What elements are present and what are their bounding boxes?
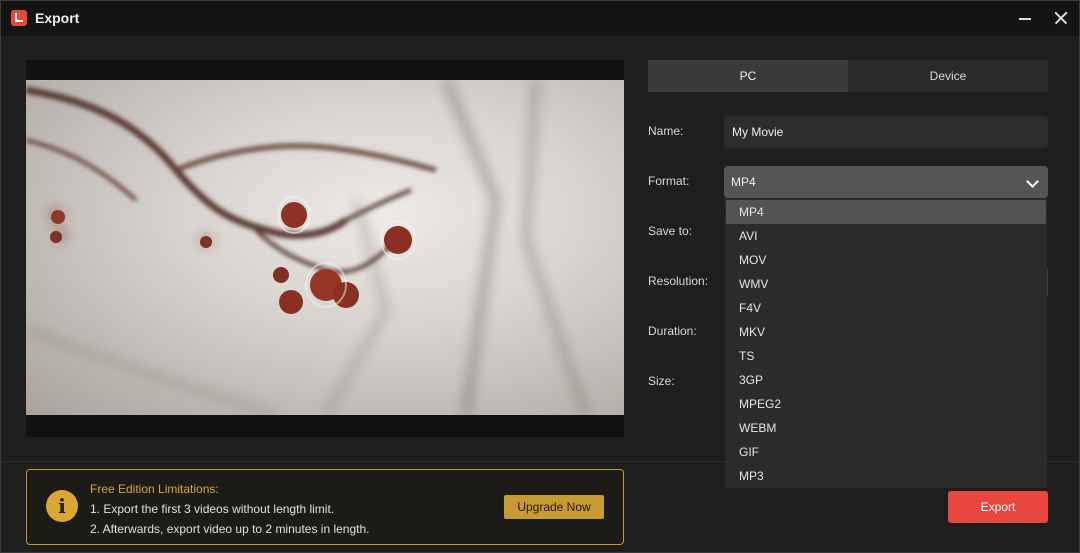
destination-tabs: PC Device [648, 60, 1048, 92]
limitation-line-1: 1. Export the first 3 videos without len… [90, 502, 335, 516]
save-to-label: Save to: [648, 224, 693, 238]
export-window: Export PC Device Name: My Movie Format: … [0, 0, 1080, 553]
duration-label: Duration: [648, 324, 697, 338]
format-option-mp4[interactable]: MP4 [726, 200, 1046, 224]
upgrade-now-button[interactable]: Upgrade Now [504, 495, 604, 519]
format-label: Format: [648, 174, 690, 188]
chevron-down-icon [1027, 177, 1037, 187]
tab-pc[interactable]: PC [648, 60, 848, 92]
limitation-line-2: 2. Afterwards, export video up to 2 minu… [90, 522, 370, 536]
format-selected-value: MP4 [731, 175, 756, 189]
name-label: Name: [648, 124, 684, 138]
format-option-mp3[interactable]: MP3 [726, 464, 1046, 488]
format-option-ts[interactable]: TS [726, 344, 1046, 368]
format-option-avi[interactable]: AVI [726, 224, 1046, 248]
limitations-title: Free Edition Limitations: [90, 482, 219, 496]
preview-illustration [26, 80, 590, 415]
format-option-mkv[interactable]: MKV [726, 320, 1046, 344]
format-option-wmv[interactable]: WMV [726, 272, 1046, 296]
tab-device[interactable]: Device [848, 60, 1048, 92]
footer-divider [1, 461, 1079, 462]
window-title: Export [35, 10, 80, 26]
format-option-3gp[interactable]: 3GP [726, 368, 1046, 392]
free-edition-limitations: i Free Edition Limitations: 1. Export th… [26, 469, 624, 545]
close-icon[interactable] [1049, 7, 1073, 29]
format-select[interactable]: MP4 [724, 166, 1048, 198]
info-icon: i [46, 490, 78, 522]
preview-image [26, 80, 624, 415]
format-option-webm[interactable]: WEBM [726, 416, 1046, 440]
name-input[interactable] [724, 116, 1048, 148]
size-label: Size: [648, 374, 675, 388]
format-option-mov[interactable]: MOV [726, 248, 1046, 272]
format-option-mpeg2[interactable]: MPEG2 [726, 392, 1046, 416]
format-option-f4v[interactable]: F4V [726, 296, 1046, 320]
format-dropdown-list: MP4 AVI MOV WMV F4V MKV TS 3GP MPEG2 WEB… [725, 198, 1047, 488]
app-logo-icon [11, 10, 27, 26]
video-preview [26, 60, 624, 437]
title-bar: Export [1, 1, 1079, 36]
minimize-icon[interactable] [1013, 7, 1037, 29]
resolution-label: Resolution: [648, 274, 709, 288]
export-button[interactable]: Export [948, 491, 1048, 523]
